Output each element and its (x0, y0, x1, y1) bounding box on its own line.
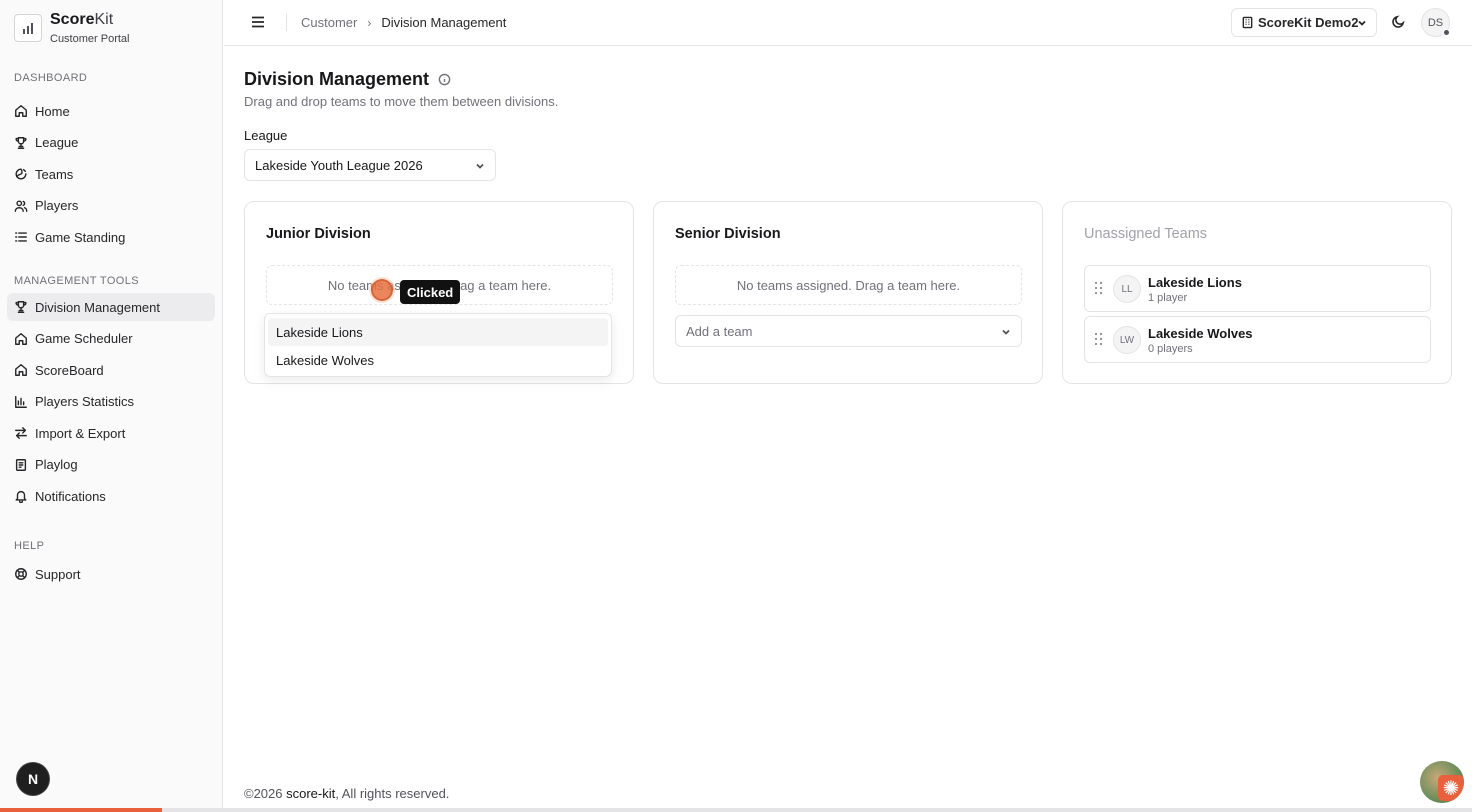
breadcrumb-customer[interactable]: Customer (301, 15, 357, 30)
nav-section-management: MANAGEMENT TOOLS Division Management Gam… (0, 273, 223, 514)
sidebar-item-notifications[interactable]: Notifications (7, 482, 215, 510)
log-icon (15, 458, 27, 471)
sidebar-item-league[interactable]: League (7, 129, 215, 157)
sidebar-item-game-scheduler[interactable]: Game Scheduler (7, 325, 215, 353)
division-title: Junior Division (266, 226, 371, 242)
nav-heading: MANAGEMENT TOOLS (14, 275, 139, 287)
sidebar-item-teams[interactable]: Teams (7, 160, 215, 188)
team-avatar: LL (1113, 275, 1141, 303)
hamburger-icon (252, 16, 264, 28)
team-player-count: 1 player (1148, 292, 1188, 304)
home-icon (15, 364, 27, 376)
assistant-widget[interactable]: ✺ (1420, 761, 1464, 803)
building-icon (1242, 16, 1253, 29)
league-label: League (244, 128, 288, 143)
bar-chart-icon (15, 395, 27, 408)
brand[interactable]: ScoreKit Customer Portal (14, 10, 129, 47)
drag-handle-icon[interactable] (1095, 333, 1103, 347)
sidebar-item-division-management[interactable]: Division Management (7, 293, 215, 321)
add-team-select[interactable]: Add a team (675, 315, 1022, 347)
n-badge[interactable]: N (17, 763, 49, 795)
team-avatar: LW (1113, 326, 1141, 354)
info-icon[interactable] (438, 73, 451, 86)
progress-fill (0, 808, 162, 812)
nav-section-dashboard: DASHBOARD Home League Teams Players Game… (0, 70, 223, 255)
app-subtitle: Customer Portal (50, 33, 130, 45)
team-name: Lakeside Lions (1148, 275, 1242, 290)
sidebar-item-home[interactable]: Home (7, 97, 215, 125)
user-avatar[interactable]: DS (1421, 8, 1450, 37)
nav-heading: HELP (14, 540, 45, 552)
teams-icon (15, 168, 27, 180)
lifebuoy-icon (15, 568, 27, 580)
chevron-down-icon (1358, 20, 1366, 26)
sidebar-item-players[interactable]: Players (7, 192, 215, 220)
chart-logo-icon (14, 14, 42, 42)
sidebar-item-game-standing[interactable]: Game Standing (7, 223, 215, 251)
home-icon (15, 332, 27, 345)
team-name: Lakeside Wolves (1148, 326, 1253, 341)
page-title: Division Management (244, 69, 451, 90)
dropdown-option[interactable]: Lakeside Lions (268, 318, 608, 346)
top-header: Customer › Division Management ScoreKit … (224, 0, 1472, 46)
header-divider (286, 13, 287, 31)
users-icon (14, 199, 28, 212)
app-name: ScoreKit (50, 11, 114, 28)
sidebar: ScoreKit Customer Portal DASHBOARD Home … (0, 0, 223, 812)
unassigned-title: Unassigned Teams (1084, 226, 1208, 242)
footer-brand-link[interactable]: score-kit (286, 786, 335, 801)
org-selector[interactable]: ScoreKit Demo2 (1231, 8, 1377, 37)
sidebar-item-playlog[interactable]: Playlog (7, 451, 215, 479)
chevron-right-icon: › (367, 15, 372, 30)
chevron-down-icon (1002, 329, 1010, 335)
drag-handle-icon[interactable] (1095, 282, 1103, 296)
sidebar-item-support[interactable]: Support (7, 560, 215, 588)
add-team-dropdown: Lakeside Lions Lakeside Wolves (264, 313, 612, 377)
click-indicator (371, 279, 393, 301)
sidebar-item-players-statistics[interactable]: Players Statistics (7, 388, 215, 416)
list-icon (15, 232, 27, 242)
team-player-count: 0 players (1148, 343, 1193, 355)
unassigned-teams-card: Unassigned Teams LL Lakeside Lions 1 pla… (1062, 201, 1452, 384)
home-icon (15, 105, 27, 117)
division-title: Senior Division (675, 226, 781, 242)
arrows-icon (15, 427, 27, 439)
breadcrumb: Customer › Division Management (301, 15, 506, 30)
progress-bar (0, 808, 1472, 812)
bell-icon (15, 490, 27, 503)
page-subtitle: Drag and drop teams to move them between… (244, 94, 559, 109)
sidebar-item-scoreboard[interactable]: ScoreBoard (7, 356, 215, 384)
dropdown-option[interactable]: Lakeside Wolves (268, 346, 608, 374)
team-row[interactable]: LL Lakeside Lions 1 player (1084, 265, 1431, 312)
theme-toggle-button[interactable] (1391, 14, 1407, 30)
drop-zone[interactable]: No teams assigned. Drag a team here. (675, 265, 1022, 305)
moon-icon (1392, 15, 1405, 28)
status-dot (1443, 29, 1450, 36)
team-row[interactable]: LW Lakeside Wolves 0 players (1084, 316, 1431, 363)
sparkle-icon: ✺ (1438, 775, 1464, 801)
footer: ©2026 score-kit, All rights reserved. (244, 786, 450, 801)
division-card-senior: Senior Division No teams assigned. Drag … (653, 201, 1043, 384)
breadcrumb-current: Division Management (381, 15, 507, 30)
league-select[interactable]: Lakeside Youth League 2026 (244, 149, 496, 181)
trophy-icon (15, 136, 27, 149)
click-tooltip: Clicked (400, 280, 461, 304)
chevron-down-icon (476, 163, 484, 169)
trophy-icon (15, 301, 27, 313)
menu-toggle-button[interactable] (250, 14, 266, 30)
nav-section-help: HELP Support (0, 538, 223, 592)
sidebar-item-import-export[interactable]: Import & Export (7, 419, 215, 447)
nav-heading: DASHBOARD (14, 72, 88, 84)
